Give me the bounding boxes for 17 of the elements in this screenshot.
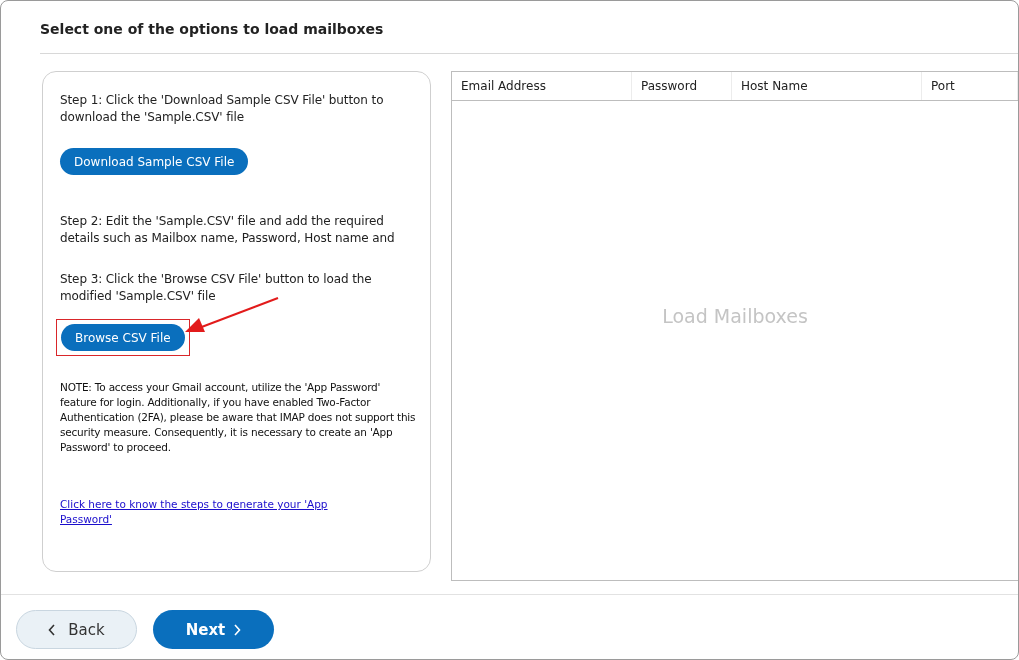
note-text: NOTE: To access your Gmail account, utilize the 'App Password' feature for login. Additionally, if you have enabled Two-Factor Authentication (2FA), please be aware that IMAP does not support this security measure. Consequently, it is necessary to create an 'App Password' to proceed. xyxy=(60,380,416,455)
chevron-left-icon xyxy=(48,623,57,636)
chevron-right-icon xyxy=(233,623,242,636)
empty-table-text: Load Mailboxes xyxy=(662,304,808,327)
column-header[interactable]: Port xyxy=(922,72,1018,100)
step-text: Step 1: Click the 'Download Sample CSV File' button to download the 'Sample.CSV' file xyxy=(60,92,385,126)
next-button[interactable]: Next xyxy=(153,610,274,649)
column-header[interactable]: Host Name xyxy=(732,72,922,100)
browse-csv-button[interactable]: Browse CSV File xyxy=(61,324,185,351)
download-csv-button[interactable]: Download Sample CSV File xyxy=(60,148,249,175)
column-header[interactable]: Email Address xyxy=(452,72,632,100)
help-link[interactable]: Click here to know the steps to generate your 'App Password' xyxy=(60,497,340,527)
page-heading: Select one of the options to load mailboxes xyxy=(39,20,385,39)
back-button[interactable]: Back xyxy=(16,610,137,649)
column-header[interactable]: Password xyxy=(632,72,732,100)
step-text: Step 3: Click the 'Browse CSV File' button to load the modified 'Sample.CSV' file xyxy=(60,271,373,305)
step-text: Step 2: Edit the 'Sample.CSV' file and add the required details such as Mailbox name, Password, Host name and xyxy=(60,213,396,247)
